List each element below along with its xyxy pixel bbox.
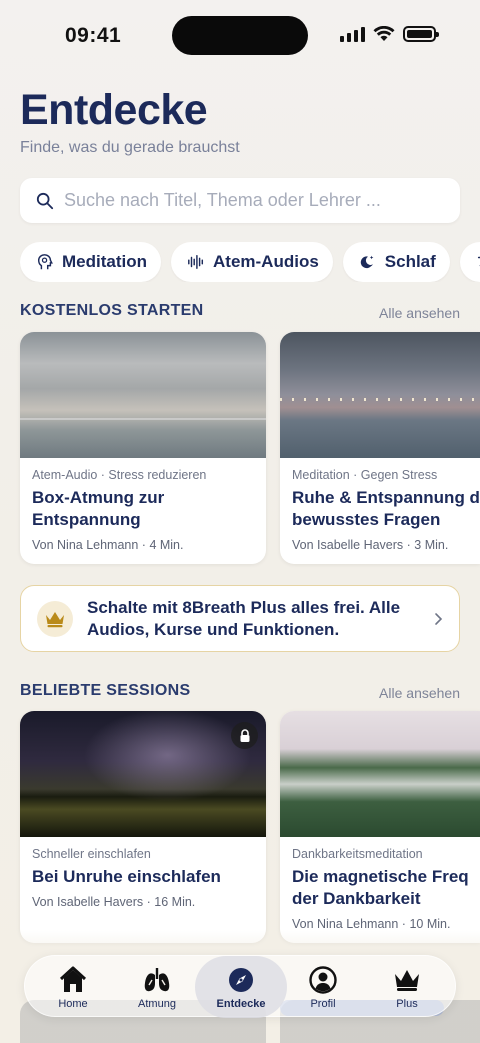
moon-icon bbox=[360, 255, 374, 269]
search-input[interactable] bbox=[64, 190, 424, 211]
chip-schlaf[interactable]: Schlaf bbox=[342, 242, 450, 282]
home-icon bbox=[59, 966, 87, 992]
card-image-night-sky bbox=[20, 711, 266, 837]
card-byline: Von Nina Lehmann · 4 Min. bbox=[32, 538, 184, 552]
tab-label: Plus bbox=[396, 998, 418, 1010]
card-title-line2: bewusstes Fragen bbox=[292, 510, 441, 529]
section-title-free: KOSTENLOS STARTEN bbox=[20, 302, 204, 319]
tab-plus[interactable]: Plus bbox=[367, 956, 447, 1018]
chip-yoga[interactable] bbox=[459, 242, 480, 282]
card-meta: Schneller einschlafen bbox=[32, 847, 151, 861]
banner-text: Schalte mit 8Breath Plus alles frei. All… bbox=[87, 597, 401, 639]
card-title-line1: Box-Atmung zur bbox=[32, 488, 165, 507]
lungs-icon bbox=[144, 968, 170, 992]
waveform-icon bbox=[188, 254, 204, 270]
session-card[interactable]: Meditation · Gegen Stress Ruhe & Entspan… bbox=[280, 332, 480, 564]
session-card[interactable]: Schneller einschlafen Bei Unruhe einschl… bbox=[20, 711, 266, 943]
card-image-foggy-forest bbox=[280, 711, 480, 837]
tab-home[interactable]: Home bbox=[33, 956, 113, 1018]
section-title-popular: BELIEBTE SESSIONS bbox=[20, 682, 191, 699]
cellular-signal-icon bbox=[340, 26, 365, 42]
status-time: 09:41 bbox=[65, 24, 122, 47]
upgrade-banner[interactable]: Schalte mit 8Breath Plus alles frei. All… bbox=[20, 585, 460, 652]
card-title-line1: Bei Unruhe einschlafen bbox=[32, 867, 221, 886]
search-bar[interactable] bbox=[20, 178, 460, 223]
card-image-lake bbox=[280, 332, 480, 458]
see-all-free-link[interactable]: Alle ansehen bbox=[379, 305, 460, 321]
tab-entdecke[interactable]: Entdecke bbox=[195, 956, 287, 1018]
crown-icon bbox=[395, 970, 419, 991]
see-all-popular-link[interactable]: Alle ansehen bbox=[379, 685, 460, 701]
yoga-icon bbox=[477, 256, 480, 267]
dynamic-island bbox=[172, 16, 308, 55]
tab-bar: Home Atmung Entdecke Profil Plus bbox=[24, 955, 456, 1018]
card-byline: Von Isabelle Havers · 3 Min. bbox=[292, 538, 449, 552]
card-meta: Atem-Audio · Stress reduzieren bbox=[32, 468, 207, 482]
profile-icon bbox=[309, 966, 337, 994]
session-card[interactable]: Atem-Audio · Stress reduzieren Box-Atmun… bbox=[20, 332, 266, 564]
tab-label: Atmung bbox=[138, 998, 176, 1010]
card-title-line1: Ruhe & Entspannung d bbox=[292, 488, 480, 507]
chip-meditation[interactable]: Meditation bbox=[20, 242, 161, 282]
battery-icon bbox=[403, 26, 439, 42]
card-meta: Meditation · Gegen Stress bbox=[292, 468, 438, 482]
chip-label: Atem-Audios bbox=[213, 252, 319, 271]
card-meta: Dankbarkeitsmeditation bbox=[292, 847, 423, 861]
category-chips: Meditation Atem-Audios Schlaf bbox=[20, 242, 480, 282]
tab-atmung[interactable]: Atmung bbox=[117, 956, 197, 1018]
tab-label: Entdecke bbox=[216, 998, 266, 1010]
lock-icon bbox=[231, 722, 258, 749]
page-title: Entdecke bbox=[20, 86, 208, 134]
tab-profil[interactable]: Profil bbox=[283, 956, 363, 1018]
card-title-line2: Entspannung bbox=[32, 510, 141, 529]
chip-label: Meditation bbox=[62, 252, 147, 271]
card-image-clouds bbox=[20, 332, 266, 458]
card-title-line1: Die magnetische Freq bbox=[292, 867, 469, 886]
card-byline: Von Nina Lehmann · 10 Min. bbox=[292, 917, 451, 931]
tab-label: Profil bbox=[310, 998, 336, 1010]
chip-atem-audios[interactable]: Atem-Audios bbox=[171, 242, 333, 282]
crown-badge bbox=[37, 600, 73, 637]
chip-label: Schlaf bbox=[384, 252, 436, 271]
chevron-right-icon bbox=[435, 613, 443, 625]
card-title-line2: der Dankbarkeit bbox=[292, 889, 421, 908]
compass-icon bbox=[229, 968, 253, 992]
search-icon bbox=[36, 192, 54, 209]
page-subtitle: Finde, was du gerade brauchst bbox=[20, 139, 240, 156]
status-icons bbox=[340, 26, 439, 42]
session-card[interactable]: Dankbarkeitsmeditation Die magnetische F… bbox=[280, 711, 480, 943]
wifi-icon bbox=[373, 26, 395, 41]
status-bar: 09:41 bbox=[0, 0, 480, 70]
tab-label: Home bbox=[58, 998, 88, 1010]
card-byline: Von Isabelle Havers · 16 Min. bbox=[32, 895, 196, 909]
head-icon bbox=[37, 254, 53, 270]
crown-icon bbox=[46, 611, 64, 627]
